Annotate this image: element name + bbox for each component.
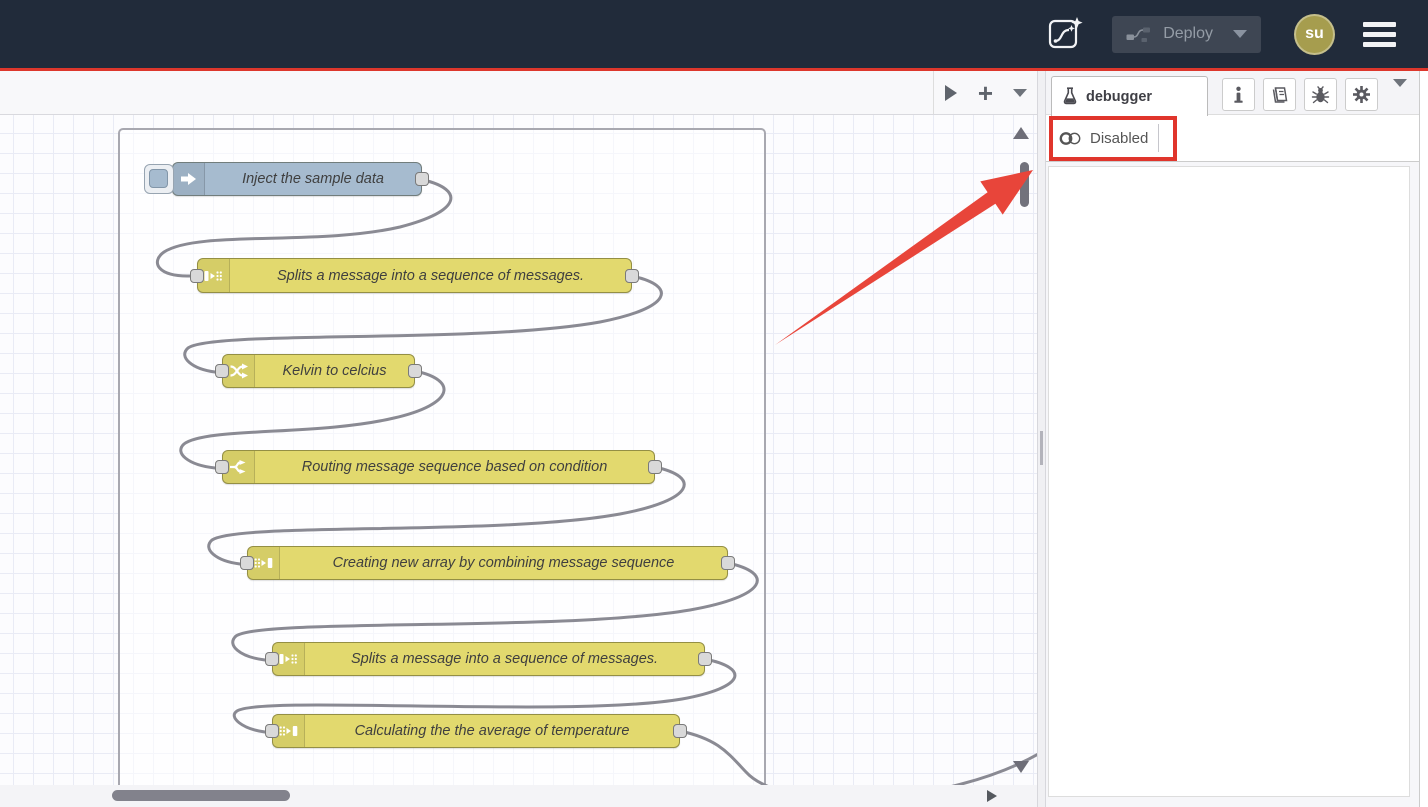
flow-node-switch-1[interactable]: Routing message sequence based on condit…	[222, 450, 655, 484]
node-output-port[interactable]	[408, 364, 422, 378]
sidebar-tabs-menu-button[interactable]	[1393, 87, 1407, 105]
canvas-scroll-down-button[interactable]	[1013, 761, 1029, 773]
user-avatar-initials: su	[1305, 25, 1324, 43]
tab-debugger[interactable]: debugger	[1051, 76, 1208, 116]
add-flow-button[interactable]: +	[970, 75, 1000, 111]
flask-icon	[1062, 87, 1078, 106]
node-label: Splits a message into a sequence of mess…	[230, 259, 631, 292]
info-button[interactable]	[1222, 78, 1255, 111]
toolbar-divider	[1158, 124, 1159, 152]
node-input-port[interactable]	[215, 460, 229, 474]
node-output-port[interactable]	[415, 172, 429, 186]
sidebar: debugger Disabled	[1046, 71, 1420, 807]
flow-list-button[interactable]	[1005, 75, 1035, 111]
flow-node-split-2[interactable]: Splits a message into a sequence of mess…	[272, 642, 705, 676]
menu-bar	[1363, 22, 1396, 27]
next-flow-button[interactable]	[936, 75, 966, 111]
ai-flow-icon	[1048, 16, 1085, 52]
debug-messages-area	[1046, 162, 1419, 807]
settings-button[interactable]	[1345, 78, 1378, 111]
node-label: Kelvin to celcius	[255, 355, 414, 387]
header: Deploy su	[0, 0, 1428, 68]
flow-node-join-2[interactable]: Calculating the the average of temperatu…	[272, 714, 680, 748]
ai-flow-button[interactable]	[1046, 14, 1086, 54]
node-label: Calculating the the average of temperatu…	[305, 715, 679, 747]
debug-button[interactable]	[1304, 78, 1337, 111]
deploy-label: Deploy	[1163, 25, 1213, 43]
horizontal-scrollbar[interactable]	[0, 785, 1037, 807]
sidebar-separator[interactable]	[1037, 71, 1046, 807]
deploy-button[interactable]: Deploy	[1112, 16, 1261, 53]
bug-icon	[1311, 86, 1330, 104]
node-input-port[interactable]	[265, 724, 279, 738]
book-icon	[1270, 86, 1289, 104]
tab-debugger-label: debugger	[1086, 89, 1152, 105]
inject-trigger-button[interactable]	[144, 164, 174, 194]
menu-bar	[1363, 32, 1396, 37]
wire[interactable]	[680, 731, 1037, 785]
horizontal-scroll-thumb[interactable]	[112, 790, 290, 801]
plus-icon: +	[978, 80, 993, 106]
main-menu-button[interactable]	[1363, 22, 1396, 47]
flow-tab-controls: +	[933, 71, 1037, 114]
inject-trigger-button-face	[149, 169, 168, 188]
node-input-port[interactable]	[190, 269, 204, 283]
flow-canvas[interactable]: Inject the sample data Splits a message i…	[0, 115, 1037, 785]
toggle-off-icon	[1059, 131, 1082, 146]
header-actions: Deploy su	[1046, 0, 1428, 68]
debug-toolbar: Disabled	[1046, 115, 1419, 162]
separator-grip	[1040, 431, 1043, 465]
chevron-down-icon	[1393, 79, 1407, 104]
flow-node-split-1[interactable]: Splits a message into a sequence of mess…	[197, 258, 632, 293]
deploy-flow-icon	[1126, 26, 1151, 43]
docs-button[interactable]	[1263, 78, 1296, 111]
node-input-port[interactable]	[240, 556, 254, 570]
debug-disabled-toggle[interactable]: Disabled	[1059, 130, 1148, 147]
canvas-scroll-right-button[interactable]	[987, 790, 997, 802]
node-label: Creating new array by combining message …	[280, 547, 727, 579]
flow-node-change-1[interactable]: Kelvin to celcius	[222, 354, 415, 388]
sidebar-buttons	[1222, 78, 1378, 111]
node-output-port[interactable]	[648, 460, 662, 474]
node-red-app: Deploy su + Inject the sample data Splits…	[0, 0, 1428, 807]
debug-messages-panel	[1048, 166, 1410, 797]
menu-bar	[1363, 42, 1396, 47]
sidebar-tab-bar: debugger	[1046, 71, 1419, 115]
node-label: Splits a message into a sequence of mess…	[305, 643, 704, 675]
node-label: Inject the sample data	[205, 163, 421, 195]
flow-node-join-1[interactable]: Creating new array by combining message …	[247, 546, 728, 580]
node-output-port[interactable]	[698, 652, 712, 666]
deploy-options-chevron-icon[interactable]	[1233, 30, 1247, 38]
canvas-scroll-up-button[interactable]	[1013, 127, 1029, 139]
gear-icon	[1352, 85, 1371, 104]
chevron-down-icon	[1013, 89, 1027, 97]
info-icon	[1233, 86, 1244, 104]
node-label: Routing message sequence based on condit…	[255, 451, 654, 483]
flow-node-inject-1[interactable]: Inject the sample data	[172, 162, 422, 196]
user-avatar[interactable]: su	[1294, 14, 1335, 55]
inject-arrow-icon	[173, 163, 205, 195]
play-icon	[945, 85, 957, 101]
flow-tab-bar: +	[0, 71, 1037, 115]
node-input-port[interactable]	[215, 364, 229, 378]
node-output-port[interactable]	[625, 269, 639, 283]
node-output-port[interactable]	[721, 556, 735, 570]
node-input-port[interactable]	[265, 652, 279, 666]
debug-disabled-label: Disabled	[1090, 130, 1148, 147]
node-output-port[interactable]	[673, 724, 687, 738]
canvas-vertical-scroll-thumb[interactable]	[1020, 162, 1029, 207]
